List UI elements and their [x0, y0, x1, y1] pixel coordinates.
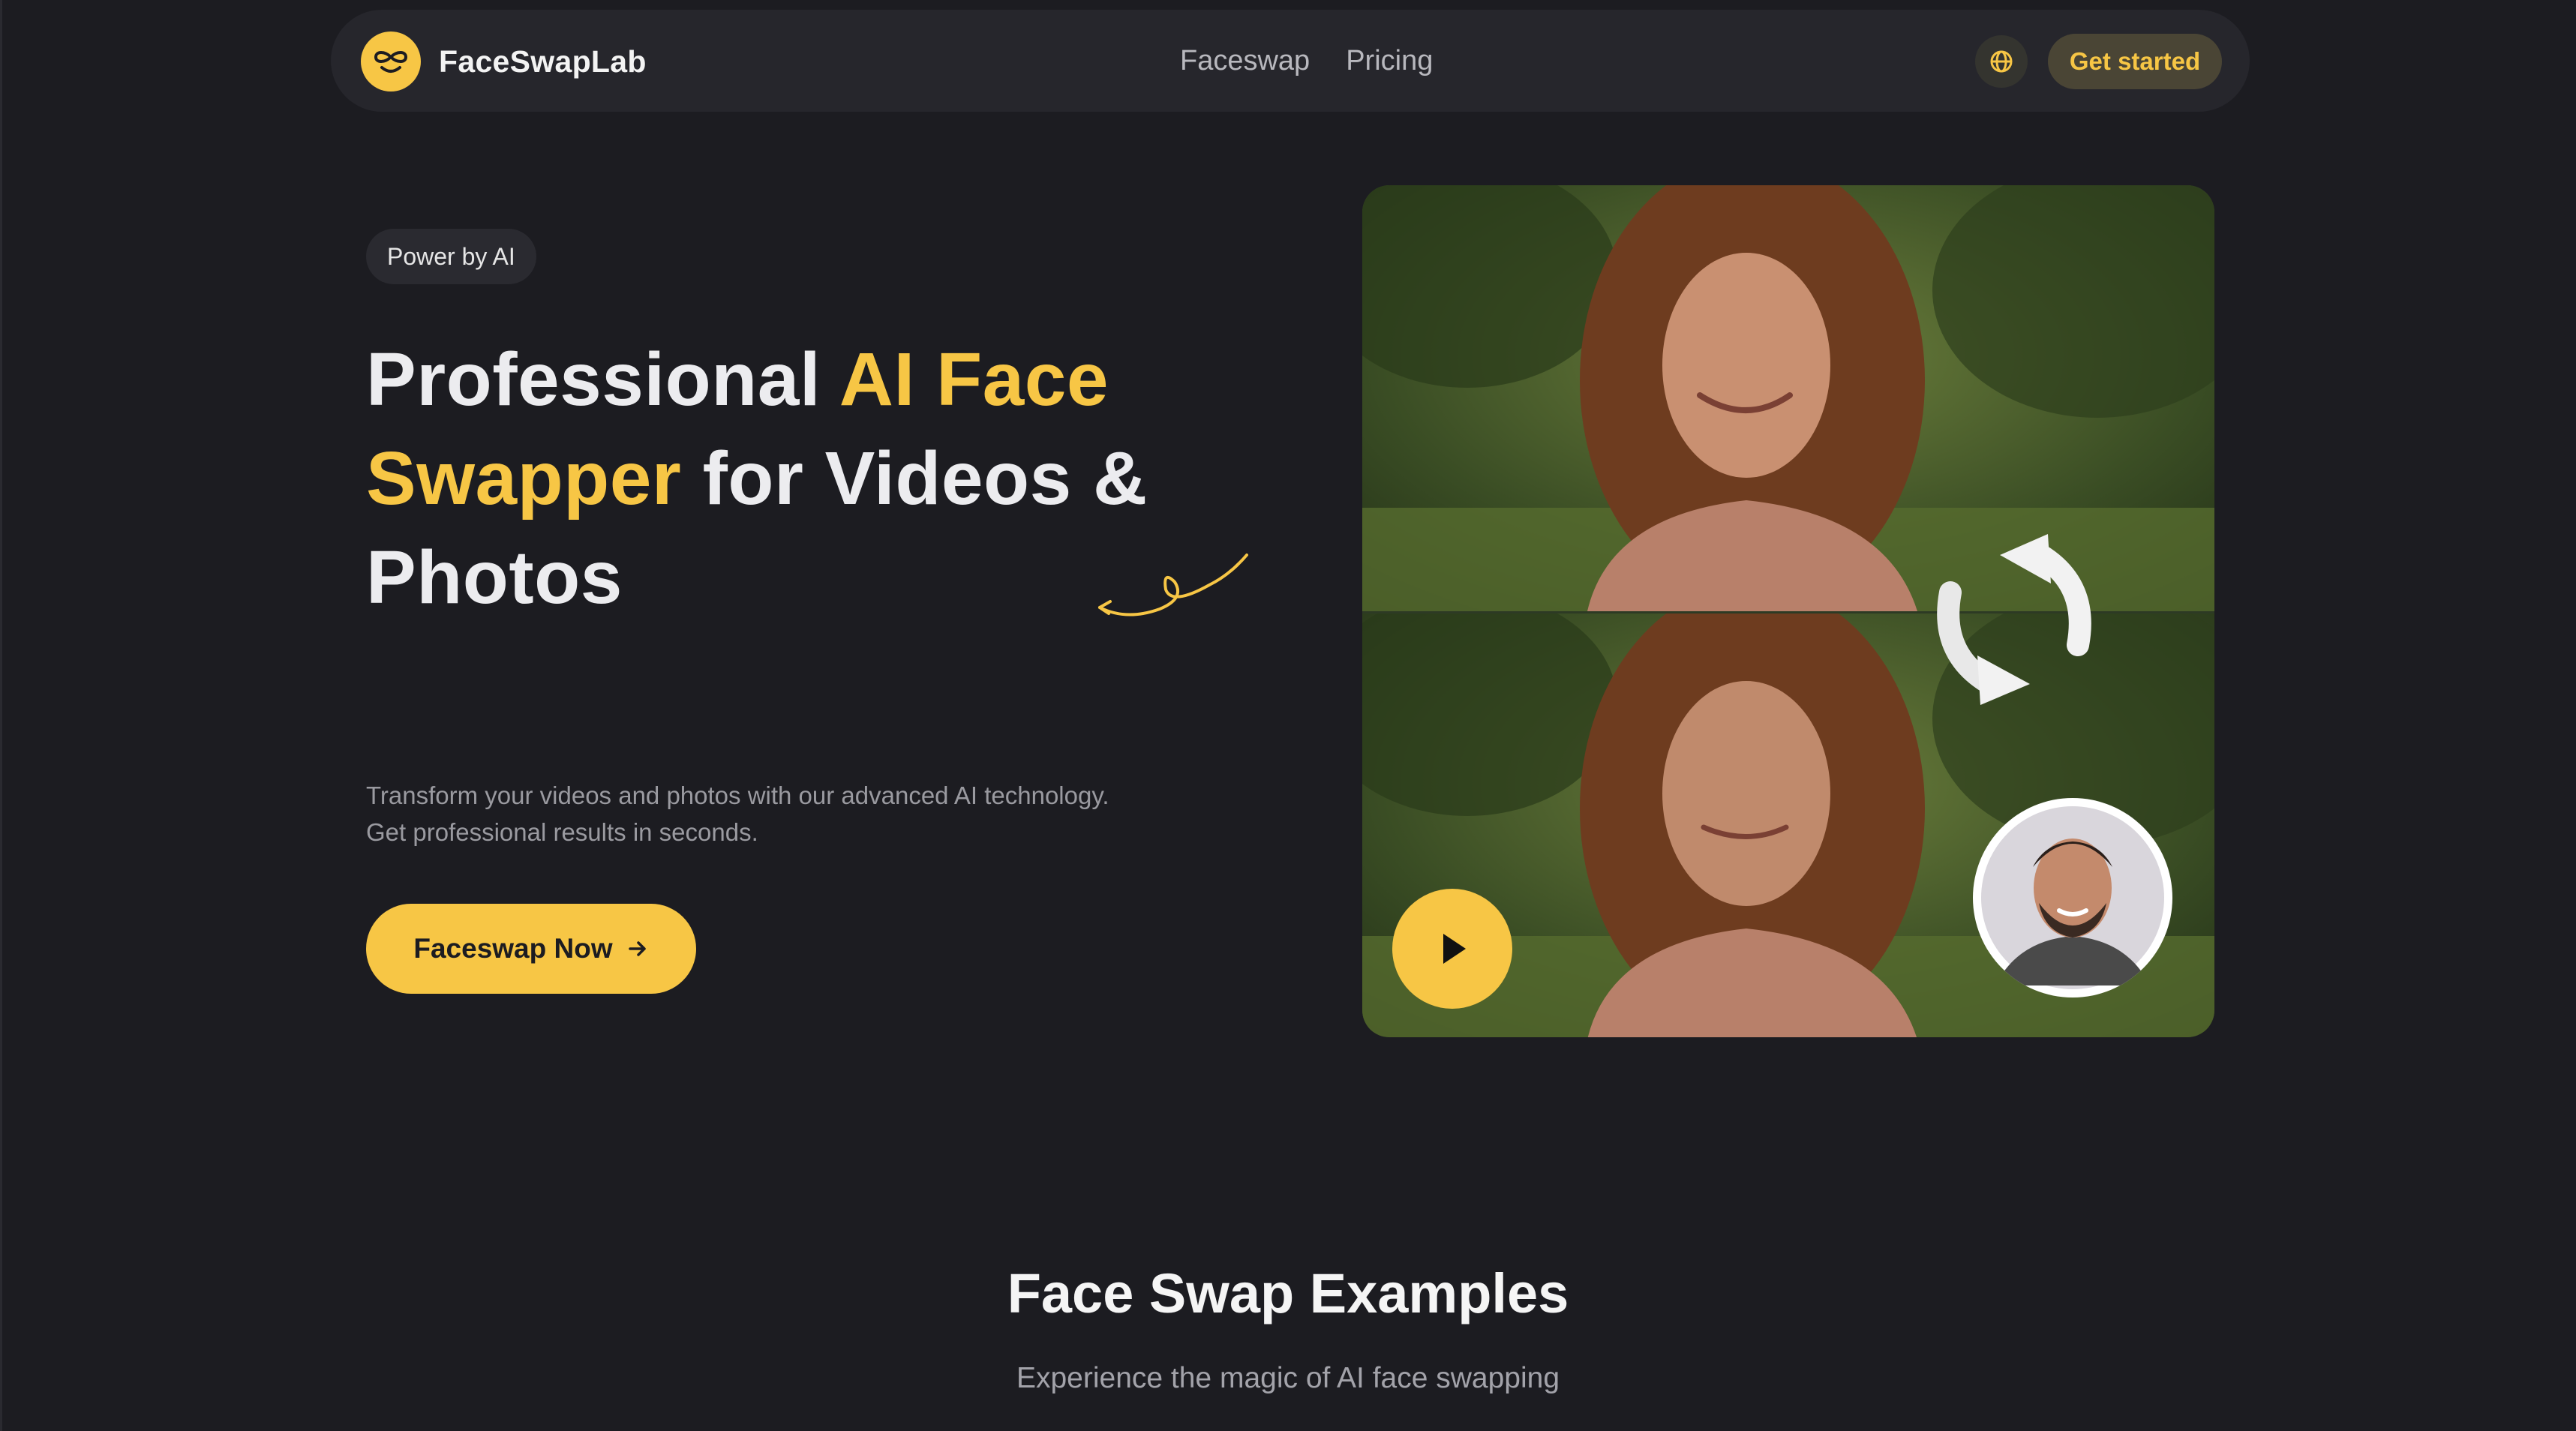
- faceswap-now-label: Faceswap Now: [413, 933, 613, 964]
- play-button[interactable]: [1392, 889, 1512, 1009]
- hero-title-part1: Professional: [366, 338, 839, 422]
- arrow-right-icon: [628, 941, 646, 956]
- examples-title: Face Swap Examples: [1007, 1262, 1569, 1324]
- examples-subtitle: Experience the magic of AI face swapping: [1016, 1362, 1560, 1394]
- brand-name: FaceSwapLab: [439, 44, 647, 79]
- nav-link-faceswap[interactable]: Faceswap: [1180, 45, 1310, 77]
- power-by-ai-badge: Power by AI: [366, 229, 536, 284]
- brand-logo[interactable]: FaceSwapLab: [361, 32, 647, 92]
- infinity-face-icon: [361, 32, 421, 92]
- get-started-button[interactable]: Get started: [2048, 34, 2222, 89]
- window-edge: [0, 0, 2, 1431]
- nav-link-pricing[interactable]: Pricing: [1346, 45, 1433, 77]
- play-icon: [1443, 934, 1466, 964]
- hero-description: Transform your videos and photos with ou…: [366, 777, 1266, 850]
- language-button[interactable]: [1975, 35, 2028, 88]
- faceswap-now-button[interactable]: Faceswap Now: [366, 904, 696, 994]
- swap-arrows-icon: [1937, 534, 2091, 705]
- globe-icon: [1990, 50, 2013, 73]
- source-face-avatar: [1973, 798, 2172, 998]
- main-nav: Faceswap Pricing: [1180, 10, 1433, 112]
- hero-description-line2: Get professional results in seconds.: [366, 818, 758, 846]
- hero-description-line1: Transform your videos and photos with ou…: [366, 782, 1109, 809]
- top-navbar: FaceSwapLab Faceswap Pricing Get started: [331, 10, 2250, 112]
- decorative-squiggle: [1098, 554, 1248, 616]
